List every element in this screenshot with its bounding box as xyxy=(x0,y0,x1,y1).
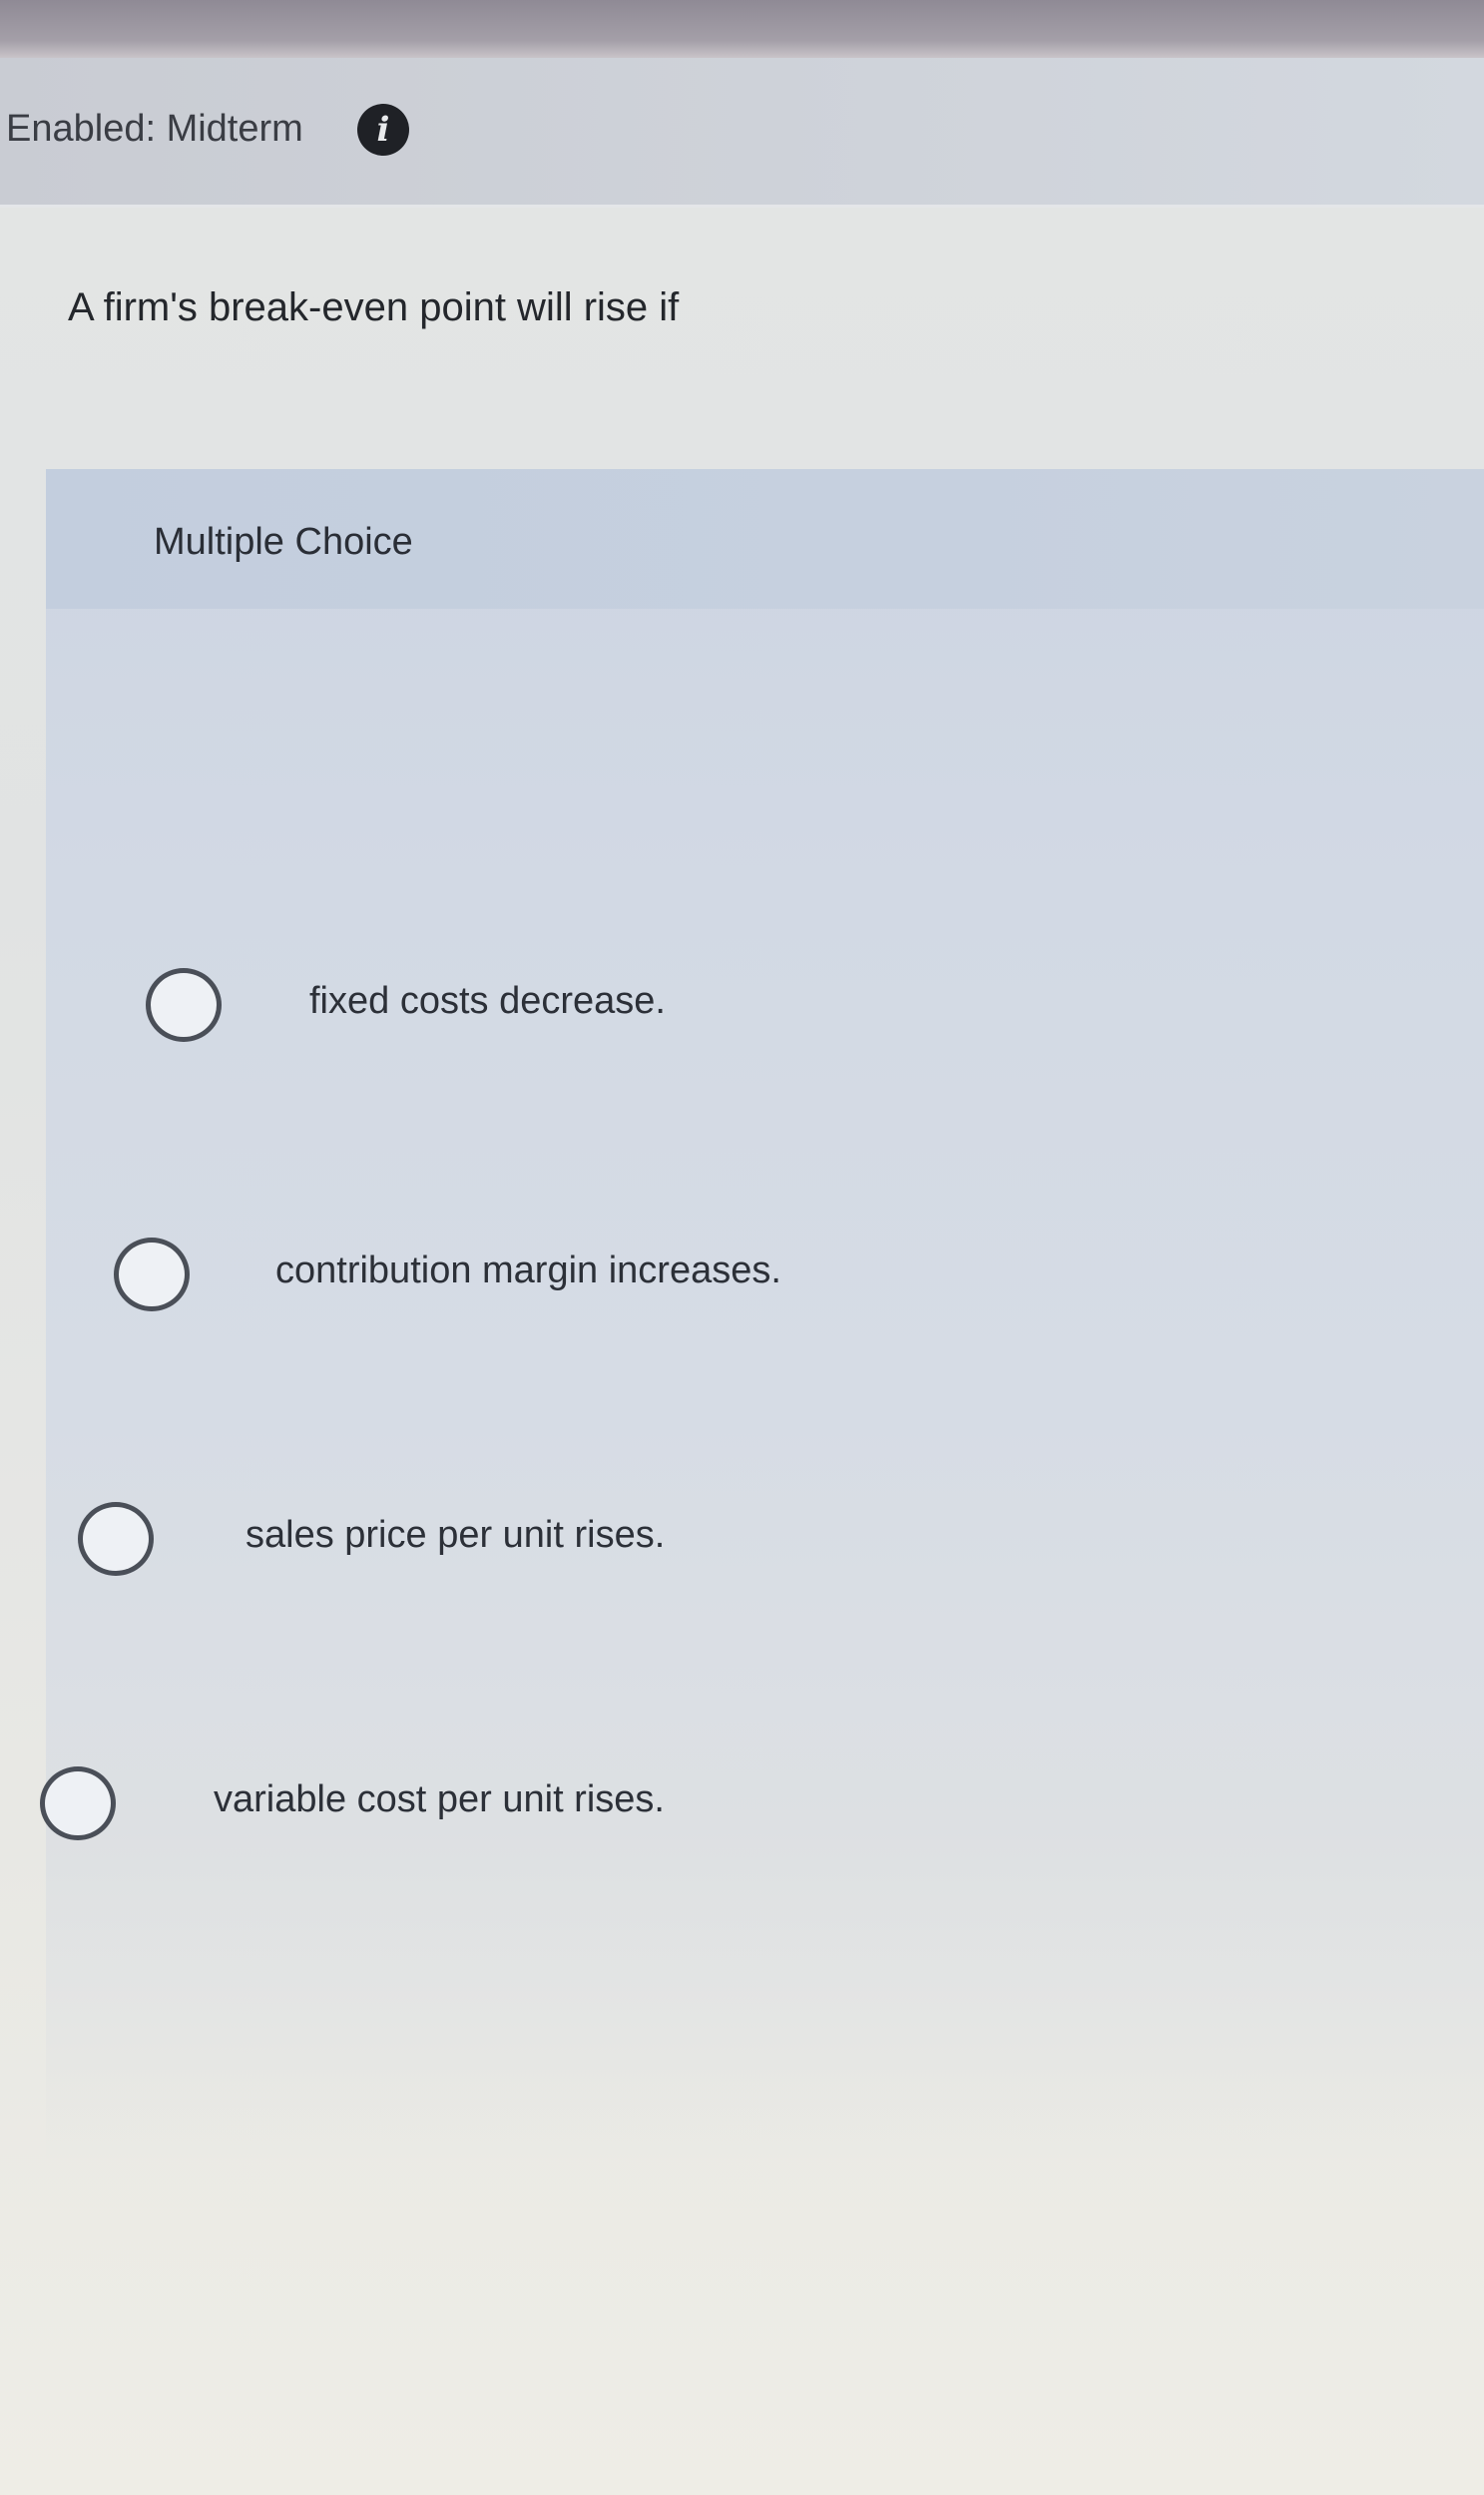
radio-button-1[interactable] xyxy=(146,968,222,1042)
answer-option-label: variable cost per unit rises. xyxy=(214,1778,665,1820)
answer-option-1[interactable]: fixed costs decrease. xyxy=(146,968,744,1048)
question-prompt: A firm's break-even point will rise if xyxy=(68,285,680,329)
answer-option-label: contribution margin increases. xyxy=(275,1249,781,1291)
question-type-header: Multiple Choice xyxy=(46,469,1484,609)
assignment-title: Enabled: Midterm xyxy=(6,108,303,150)
radio-button-2[interactable] xyxy=(114,1238,190,1311)
answer-option-3[interactable]: sales price per unit rises. xyxy=(78,1502,677,1582)
window-top-edge xyxy=(0,0,1484,58)
answer-option-label: sales price per unit rises. xyxy=(246,1514,666,1556)
question-type-label: Multiple Choice xyxy=(154,521,413,563)
answer-option-2[interactable]: contribution margin increases. xyxy=(114,1238,812,1317)
question-area: A firm's break-even point will rise if M… xyxy=(0,208,1484,2495)
assignment-header: Enabled: Midterm i xyxy=(0,58,1484,208)
answer-option-4[interactable]: variable cost per unit rises. xyxy=(40,1766,689,1846)
answer-option-label: fixed costs decrease. xyxy=(309,980,666,1022)
info-icon[interactable]: i xyxy=(357,104,409,156)
answer-panel: Multiple Choice fixed costs decrease. co… xyxy=(40,469,1484,2166)
radio-button-4[interactable] xyxy=(40,1766,116,1840)
radio-button-3[interactable] xyxy=(78,1502,154,1576)
